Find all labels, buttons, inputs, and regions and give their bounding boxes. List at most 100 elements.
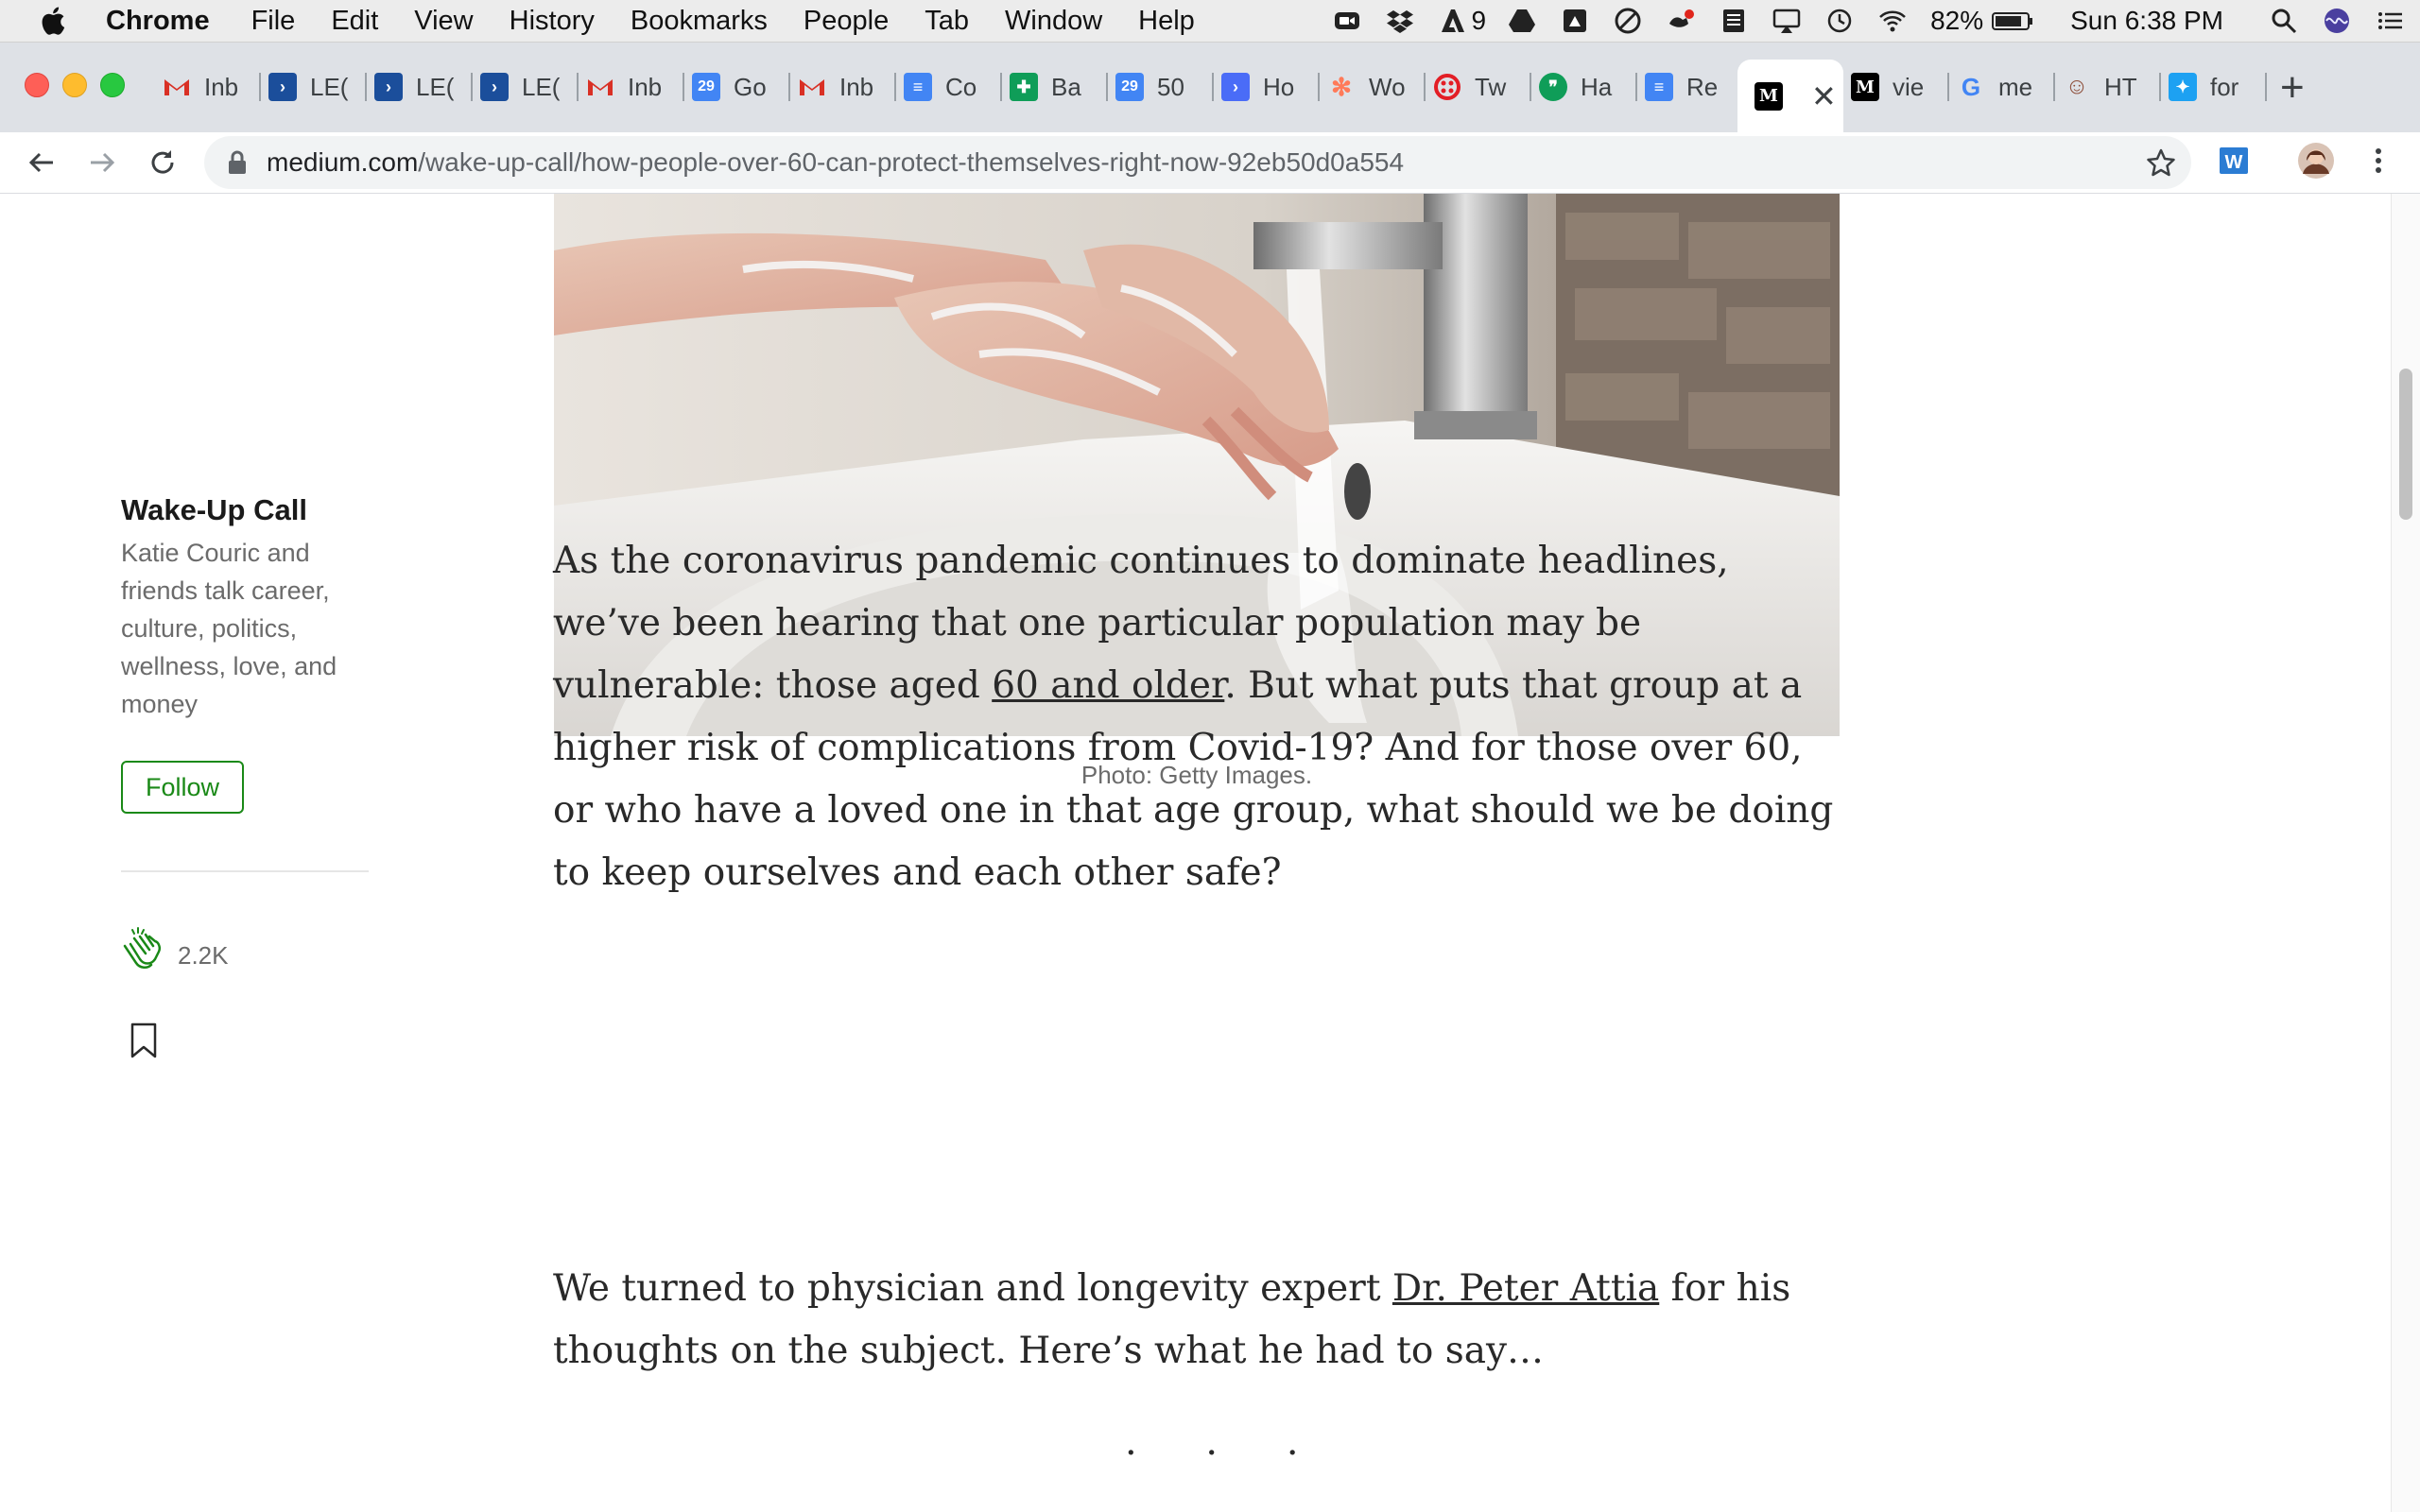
battery-icon[interactable] [1991,6,2034,36]
face-icon: ☺ [2065,74,2089,99]
address-bar[interactable]: medium.com/wake-up-call/how-people-over-… [204,136,2191,189]
medium-article-page: Photo: Getty Images. Wake-Up Call Katie … [0,194,2420,1512]
tab-3[interactable]: › LE( [475,67,579,107]
profile-avatar[interactable] [2297,142,2335,180]
clap-icon[interactable] [117,925,164,972]
tab-9[interactable]: 29 50 [1110,67,1214,107]
chevron-app-icon: › [374,73,403,101]
tab-18[interactable]: ☺ HT [2057,67,2161,107]
tab-label: Wo [1369,72,1406,101]
menu-tab[interactable]: Tab [925,6,969,37]
maximize-window-button[interactable] [100,73,125,97]
adobe-count: 9 [1471,6,1487,35]
dropbox-icon[interactable] [1385,6,1415,36]
tab-8[interactable]: ✚ Ba [1004,67,1108,107]
tab-label: Co [945,72,977,101]
tab-17[interactable]: G me [1951,67,2055,107]
page-scrollbar[interactable] [2391,194,2420,1512]
sheets-icon: ✚ [1010,73,1038,101]
tab-label: Inb [839,72,874,101]
zoom-icon[interactable] [1332,6,1362,36]
gmail-icon [798,73,826,101]
apple-icon[interactable] [38,5,66,37]
link-dr-peter-attia[interactable]: Dr. Peter Attia [1392,1267,1659,1310]
twilio-icon [1433,73,1461,101]
tab-5[interactable]: 29 Go [686,67,790,107]
close-window-button[interactable] [25,73,49,97]
url-domain: medium.com [267,147,419,177]
hangouts-icon: ❞ [1539,73,1567,101]
tab-14[interactable]: ≡ Re [1639,67,1743,107]
keyboard-icon[interactable] [1666,6,1696,36]
menu-view[interactable]: View [414,6,473,37]
tab-13[interactable]: ❞ Ha [1533,67,1637,107]
reload-button[interactable] [144,144,182,181]
google-icon: G [1961,72,1981,101]
bookmark-star-icon[interactable] [2146,147,2176,178]
tab-0[interactable]: Inb [157,67,261,107]
tab-label: Inb [628,72,663,101]
tab-4[interactable]: Inb [580,67,684,107]
clock[interactable]: Sun 6:38 PM [2070,6,2223,36]
menu-file[interactable]: File [251,6,296,37]
search-icon[interactable] [2269,6,2299,36]
chrome-menu-icon[interactable] [2360,142,2397,180]
tab-label: LE( [522,72,561,101]
wifi-icon[interactable] [1877,6,1908,36]
svg-text:W: W [2225,152,2243,173]
tab-1[interactable]: › LE( [263,67,367,107]
airplay-icon[interactable] [1772,6,1802,36]
tab-label: me [1998,72,2033,101]
menu-window[interactable]: Window [1005,6,1102,37]
minimize-window-button[interactable] [62,73,87,97]
article-paragraph-2: We turned to physician and longevity exp… [553,1258,1848,1383]
menu-people[interactable]: People [804,6,889,37]
adobe-icon[interactable] [1438,6,1468,36]
tab-close-icon[interactable]: ✕ [1811,78,1837,114]
menu-app-name[interactable]: Chrome [106,6,210,37]
menu-edit[interactable]: Edit [331,6,378,37]
tab-19[interactable]: ✦ for [2163,67,2267,107]
tab-7[interactable]: ≡ Co [898,67,1002,107]
menu-help[interactable]: Help [1138,6,1195,37]
menu-history[interactable]: History [510,6,595,37]
back-button[interactable] [23,144,60,181]
menu-bookmarks[interactable]: Bookmarks [631,6,768,37]
tab-label: for [2210,72,2239,101]
new-tab-button[interactable]: + [2280,67,2305,109]
notes-icon[interactable] [1719,6,1749,36]
tab-12[interactable]: Tw [1427,67,1531,107]
tab-label: Go [734,72,767,101]
menu-list-icon[interactable] [2375,6,2405,36]
bird-icon: ✦ [2169,73,2197,101]
publication-name[interactable]: Wake-Up Call [121,493,307,527]
docs-icon: ≡ [904,73,932,101]
focus-icon[interactable] [1613,6,1643,36]
time-machine-icon[interactable] [1824,6,1855,36]
follow-button[interactable]: Follow [121,761,244,814]
tab-6[interactable]: Inb [792,67,896,107]
tab-16[interactable]: M vie [1845,67,1949,107]
tab-10[interactable]: › Ho [1216,67,1320,107]
drive-file-icon[interactable] [1560,6,1590,36]
chevron-app-icon: › [1221,73,1250,101]
siri-icon[interactable] [2322,6,2352,36]
tab-11[interactable]: ✻ Wo [1322,67,1426,107]
forward-button[interactable] [83,144,121,181]
publication-description: Katie Couric and friends talk career, cu… [121,539,337,718]
drive-icon[interactable] [1507,6,1537,36]
link-60-and-older[interactable]: 60 and older [992,664,1224,707]
tab-2[interactable]: › LE( [369,67,473,107]
tab-active-medium[interactable]: M ✕ [1737,60,1843,132]
tab-strip: Inb › LE( › LE( › LE( Inb 29 Go Inb ≡ Co… [0,43,2420,132]
scrollbar-thumb[interactable] [2399,369,2412,520]
tab-label: vie [1893,72,1925,101]
macos-menu-bar: Chrome File Edit View History Bookmarks … [0,0,2420,43]
lock-icon[interactable] [227,150,248,175]
medium-icon: M [1754,81,1783,111]
tab-label: Tw [1475,72,1507,101]
chevron-app-icon: › [480,73,509,101]
bookmark-icon[interactable] [129,1022,159,1059]
article-paragraph-1: As the coronavirus pandemic continues to… [553,530,1848,904]
word-extension-icon[interactable]: W [2216,142,2254,180]
